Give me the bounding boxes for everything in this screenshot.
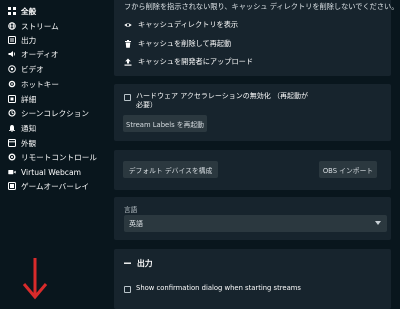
video-icon [8, 65, 16, 73]
settings-sidebar: 全般 ストリーム 出力 オーディオ ビデオ ホットキー 詳細 シーンコレクション… [0, 0, 104, 300]
language-select-value: 英語 [129, 219, 143, 228]
sidebar-item-advanced[interactable]: 詳細 [8, 92, 36, 106]
globe-icon [8, 22, 16, 30]
sidebar-item-label: リモートコントロール [21, 152, 97, 162]
show-cache-directory-link[interactable]: キャッシュディレクトリを表示 [124, 20, 238, 30]
sidebar-item-label: ストリーム [21, 21, 59, 31]
output-icon [8, 36, 16, 44]
link-label: キャッシュを削除して再起動 [138, 39, 232, 48]
upload-icon [124, 58, 132, 66]
sidebar-item-label: シーンコレクション [21, 108, 89, 118]
sidebar-item-notifications[interactable]: 通知 [8, 121, 36, 135]
restart-stream-labels-button[interactable]: Stream Labels を再起動 [123, 115, 207, 132]
sidebar-item-label: 詳細 [21, 94, 37, 104]
output-section-title: 出力 [137, 259, 153, 268]
cache-warning-text: フから削除を指示されない限り、キャッシュ ディレクトリを削除しないでください。 [124, 2, 399, 11]
sidebar-item-label: 出力 [21, 35, 37, 45]
collection-icon [8, 109, 16, 117]
eye-icon [124, 21, 132, 29]
bell-icon [8, 124, 16, 132]
speaker-icon [8, 50, 16, 58]
sidebar-item-appearance[interactable]: 外観 [8, 136, 36, 150]
sidebar-item-label: Virtual Webcam [21, 167, 82, 177]
confirm-dialog-checkbox[interactable] [124, 286, 131, 293]
link-label: キャッシュを開発者にアップロード [138, 57, 254, 66]
sidebar-item-output[interactable]: 出力 [8, 33, 36, 47]
sidebar-item-scene-collections[interactable]: シーンコレクション [8, 106, 89, 120]
arrow-down-icon [22, 258, 48, 300]
webcam-icon [8, 168, 16, 176]
advanced-icon [8, 95, 16, 103]
disable-hw-accel-checkbox[interactable] [124, 94, 131, 101]
settings-grid-icon [8, 7, 16, 15]
configure-default-devices-button[interactable]: デフォルト デバイスを構成 [123, 161, 218, 178]
trash-icon [124, 40, 132, 48]
appearance-icon [8, 139, 16, 147]
confirm-dialog-label: Show confirmation dialog when starting s… [136, 284, 301, 292]
delete-cache-restart-link[interactable]: キャッシュを削除して再起動 [124, 39, 231, 49]
upload-cache-link[interactable]: キャッシュを開発者にアップロード [124, 57, 253, 67]
sidebar-item-label: ビデオ [21, 64, 44, 74]
sidebar-item-label: オーディオ [21, 49, 59, 59]
sidebar-item-virtual-webcam[interactable]: Virtual Webcam [8, 165, 81, 179]
collapse-minus-icon[interactable] [124, 262, 131, 265]
link-label: キャッシュディレクトリを表示 [138, 20, 239, 29]
sidebar-item-label: ゲームオーバーレイ [21, 181, 90, 191]
keyboard-icon [8, 80, 16, 88]
remote-icon [8, 153, 16, 161]
sidebar-item-audio[interactable]: オーディオ [8, 47, 58, 61]
hw-accel-label-line1: ハードウェア アクセラレーションの無効化 （再起動が [136, 92, 308, 100]
sidebar-item-remote-control[interactable]: リモートコントロール [8, 150, 97, 164]
sidebar-item-general[interactable]: 全般 [8, 4, 36, 18]
sidebar-item-hotkeys[interactable]: ホットキー [8, 77, 59, 91]
sidebar-item-game-overlay[interactable]: ゲームオーバーレイ [8, 179, 89, 193]
chevron-down-icon [375, 221, 381, 225]
language-label: 言語 [124, 206, 138, 214]
sidebar-item-label: 全般 [21, 6, 37, 16]
output-section-card [114, 249, 391, 309]
overlay-icon [8, 182, 16, 190]
sidebar-item-label: 外観 [21, 138, 37, 148]
sidebar-item-video[interactable]: ビデオ [8, 62, 44, 76]
sidebar-item-label: 通知 [21, 123, 37, 133]
sidebar-item-stream[interactable]: ストリーム [8, 19, 59, 33]
hw-accel-label-line2: 必要） [136, 101, 157, 109]
settings-content: フから削除を指示されない限り、キャッシュ ディレクトリを削除しないでください。 … [104, 0, 400, 309]
language-select[interactable]: 英語 [124, 215, 387, 232]
obs-import-button[interactable]: OBS インポート [319, 161, 377, 178]
sidebar-item-label: ホットキー [21, 79, 59, 89]
